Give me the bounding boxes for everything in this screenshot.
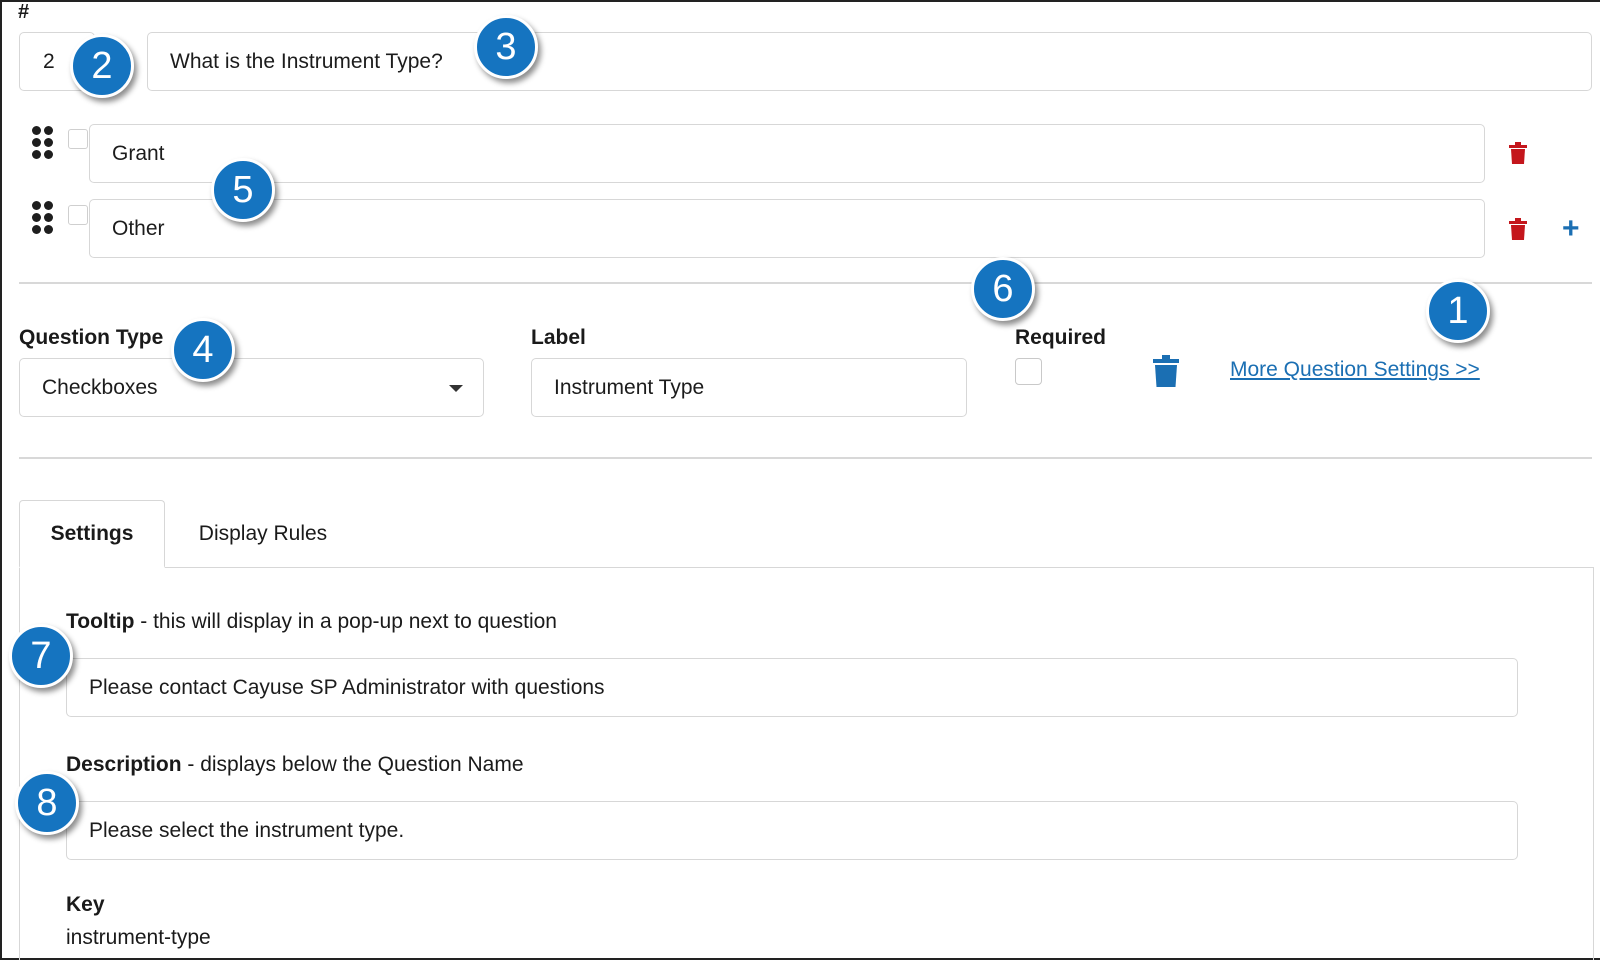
key-value: instrument-type — [66, 926, 211, 949]
callout-badge: 7 — [9, 624, 73, 688]
add-option-icon[interactable]: + — [1562, 214, 1580, 244]
tooltip-label-bold: Tooltip — [66, 610, 135, 633]
delete-option-icon[interactable] — [1509, 142, 1527, 164]
question-type-select[interactable]: Checkboxes — [19, 358, 484, 417]
tab-settings[interactable]: Settings — [19, 500, 165, 568]
tooltip-label-hint: - this will display in a pop-up next to … — [134, 610, 557, 633]
description-field-label: Description - displays below the Questio… — [66, 753, 524, 777]
description-label-bold: Description — [66, 753, 182, 776]
option-input-grant[interactable]: Grant — [89, 124, 1485, 183]
required-label: Required — [1015, 326, 1107, 349]
callout-badge: 6 — [971, 257, 1035, 321]
question-type-label: Question Type — [19, 326, 164, 349]
description-label-hint: - displays below the Question Name — [181, 753, 524, 776]
delete-question-icon[interactable] — [1153, 355, 1179, 387]
divider — [19, 457, 1592, 459]
drag-handle-icon[interactable] — [32, 201, 58, 235]
key-label: Key — [66, 893, 105, 916]
delete-option-icon[interactable] — [1509, 218, 1527, 240]
callout-badge: 2 — [70, 34, 134, 98]
question-type-value: Checkboxes — [42, 375, 158, 399]
chevron-down-icon — [449, 385, 463, 392]
callout-badge: 8 — [15, 771, 79, 835]
callout-badge: 3 — [474, 15, 538, 79]
callout-badge: 5 — [211, 158, 275, 222]
tooltip-input[interactable]: Please contact Cayuse SP Administrator w… — [66, 658, 1518, 717]
option-input-other[interactable]: Other — [89, 199, 1485, 258]
label-input[interactable]: Instrument Type — [531, 358, 967, 417]
label-field-label: Label — [531, 326, 586, 349]
option-checkbox[interactable] — [68, 129, 88, 149]
description-input[interactable]: Please select the instrument type. — [66, 801, 1518, 860]
callout-badge: 4 — [171, 318, 235, 382]
drag-handle-icon[interactable] — [32, 126, 58, 160]
tooltip-field-label: Tooltip - this will display in a pop-up … — [66, 610, 557, 634]
required-checkbox[interactable] — [1015, 358, 1042, 385]
tab-display-rules[interactable]: Display Rules — [170, 500, 356, 568]
divider — [19, 282, 1592, 284]
more-question-settings-link[interactable]: More Question Settings >> — [1230, 358, 1480, 382]
option-checkbox[interactable] — [68, 205, 88, 225]
number-column-header: # — [18, 1, 30, 23]
question-text-input[interactable]: What is the Instrument Type? — [147, 32, 1592, 91]
callout-badge: 1 — [1426, 279, 1490, 343]
